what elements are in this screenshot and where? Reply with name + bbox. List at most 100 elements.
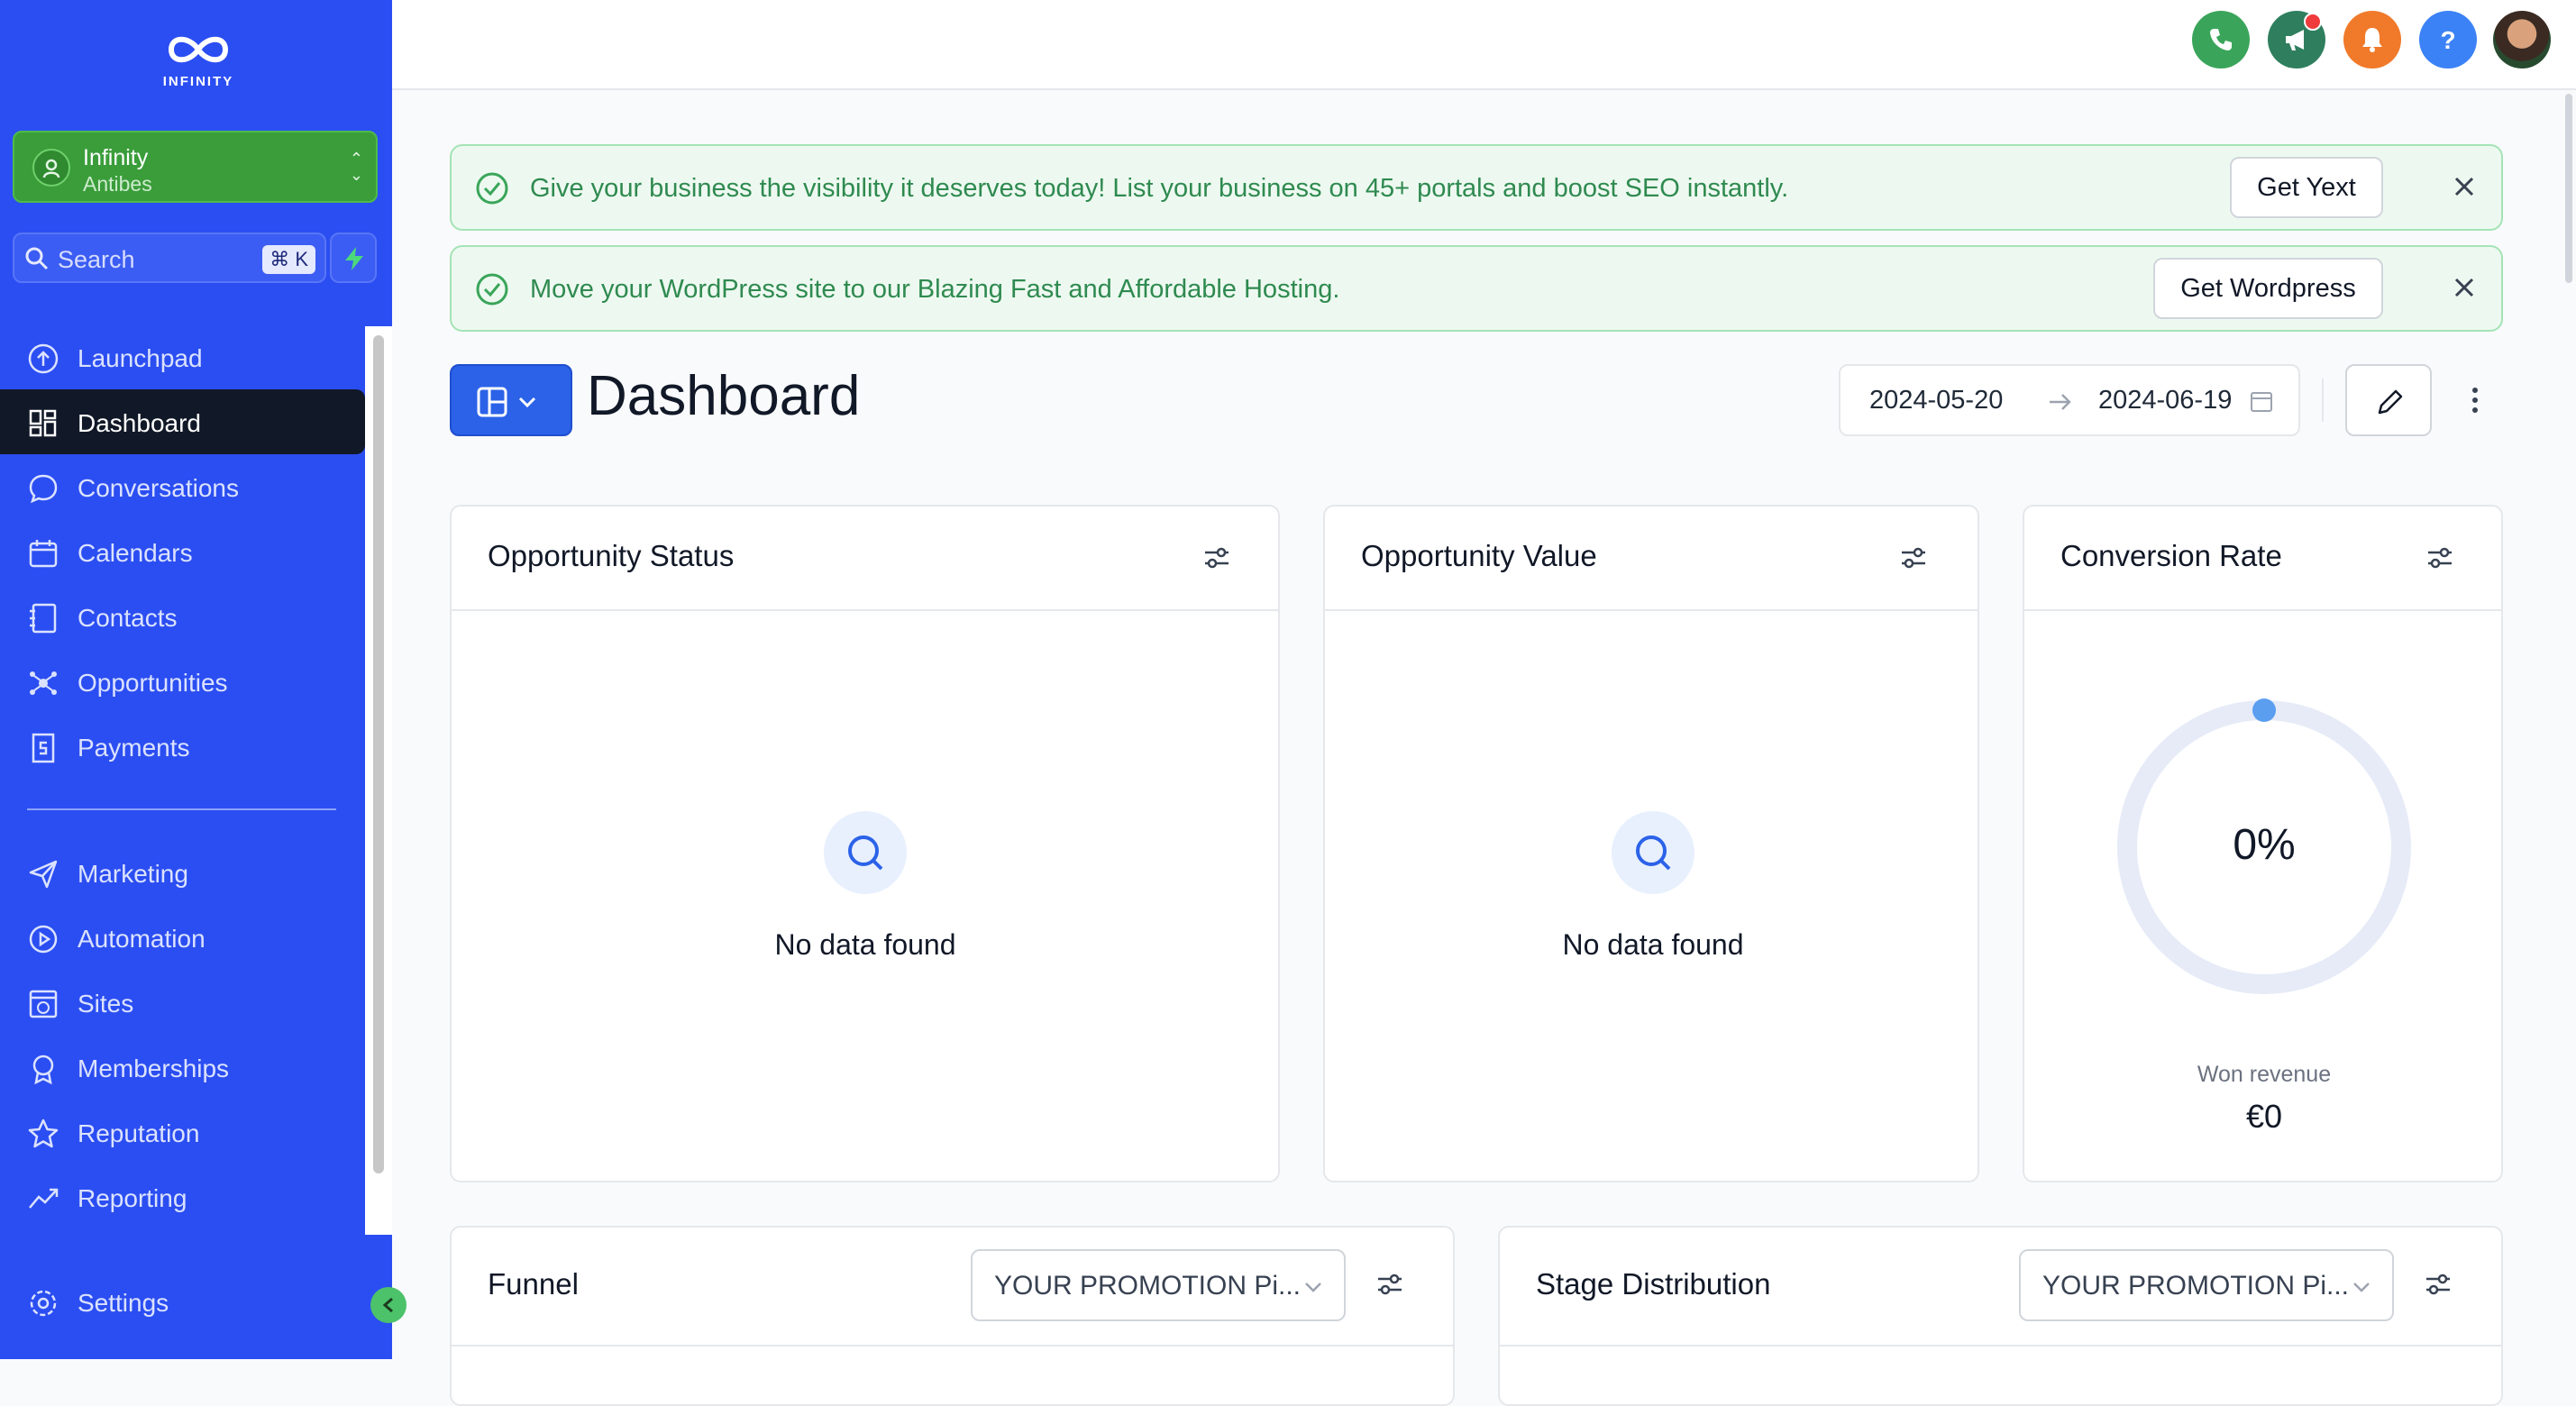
filter-sliders-icon[interactable] [2425,543,2455,573]
globe-window-icon [29,990,58,1018]
sidebar-item-label: Calendars [78,539,193,567]
help-icon: ? [2440,26,2455,54]
account-switcher[interactable]: Infinity Antibes ⌃ ⌄ [13,131,378,203]
empty-state-icon [1612,811,1694,894]
banner-text: Move your WordPress site to our Blazing … [530,275,1340,304]
filter-sliders-icon[interactable] [1375,1269,1405,1300]
card-header: Opportunity Value [1325,507,1978,611]
sidebar-item-automation[interactable]: Automation [0,905,365,970]
badge-icon [32,1054,54,1085]
sidebar-item-opportunities[interactable]: Opportunities [0,649,365,714]
sidebar-item-label: Opportunities [78,669,228,697]
filter-sliders-icon[interactable] [1898,543,1929,573]
calendar-icon [29,540,58,568]
sidebar-item-marketing[interactable]: Marketing [0,840,365,905]
check-circle-icon [476,172,508,205]
sidebar-item-calendars[interactable]: Calendars [0,519,365,584]
sidebar-scrollbar[interactable] [373,335,384,1173]
brand-logo[interactable]: INFINITY [153,27,243,99]
get-wordpress-button[interactable]: Get Wordpress [2153,258,2383,319]
chat-bubble-icon [29,474,58,504]
notifications-button[interactable] [2343,11,2401,68]
payments-icon [32,733,55,763]
sidebar-item-launchpad[interactable]: Launchpad [0,324,365,389]
conversion-rate-card: Conversion Rate 0% Won revenue €0 [2023,505,2503,1182]
pipeline-select-value: YOUR PROMOTION Pi... [2042,1271,2350,1301]
sidebar-item-reporting[interactable]: Reporting [0,1164,365,1229]
announcements-button[interactable] [2268,11,2325,68]
conversion-percentage: 0% [2233,821,2296,869]
sidebar-item-label: Reputation [78,1119,200,1147]
sidebar-item-label: Contacts [78,604,178,632]
collapse-sidebar-button[interactable] [370,1287,406,1323]
contacts-book-icon [30,603,57,634]
phone-button[interactable] [2192,11,2250,68]
chevron-left-icon [382,1297,393,1313]
close-icon[interactable] [2451,173,2478,200]
sidebar-item-sites[interactable]: Sites [0,970,365,1035]
sidebar-item-reputation[interactable]: Reputation [0,1100,365,1164]
wordpress-banner: Move your WordPress site to our Blazing … [450,245,2503,332]
opportunities-icon [30,671,57,695]
sidebar-item-label: Launchpad [78,344,203,372]
expand-collapse-icon: ⌃ ⌄ [349,150,363,184]
more-vertical-icon[interactable] [2457,382,2493,418]
shortcut-hint: ⌘ K [262,245,315,274]
lightning-icon [345,247,363,270]
card-header: Conversion Rate [2024,507,2501,611]
help-button[interactable]: ? [2419,11,2477,68]
send-icon [29,860,58,889]
pencil-icon [2378,389,2403,415]
quick-actions-button[interactable] [330,233,377,283]
opportunity-value-card: Opportunity Value No data found [1323,505,1979,1182]
sidebar-item-label: Dashboard [78,409,201,437]
sidebar-item-label: Settings [78,1289,169,1317]
dashboard-grid-icon [29,409,57,437]
stage-distribution-card: Stage Distribution YOUR PROMOTION Pi... [1498,1226,2503,1406]
sidebar-item-label: Conversations [78,474,239,502]
megaphone-icon [2286,30,2304,50]
search-icon [1636,835,1671,871]
star-icon [28,1118,59,1148]
card-title: Funnel [488,1267,579,1301]
progress-marker [2252,698,2276,722]
search-placeholder: Search [58,246,135,273]
filter-sliders-icon[interactable] [2423,1269,2453,1300]
arrow-right-icon [2050,394,2071,410]
date-range-picker[interactable]: 2024-05-20 2024-06-19 [1839,364,2300,436]
sidebar-item-label: Automation [78,925,206,953]
sidebar-item-settings[interactable]: Settings [0,1269,365,1334]
filter-sliders-icon[interactable] [1201,543,1232,573]
dashboard-switcher-button[interactable] [450,364,572,436]
empty-state-icon [824,811,907,894]
card-header: Stage Distribution YOUR PROMOTION Pi... [1500,1228,2501,1347]
user-avatar[interactable] [2493,11,2551,68]
pipeline-select[interactable]: YOUR PROMOTION Pi... [2019,1249,2394,1321]
edit-dashboard-button[interactable] [2345,364,2432,436]
close-icon[interactable] [2451,274,2478,301]
sidebar-nav-secondary: Marketing Automation Sites Memberships R… [0,840,365,1229]
chevron-down-icon [1305,1283,1321,1292]
funnel-card: Funnel YOUR PROMOTION Pi... [450,1226,1455,1406]
won-revenue-label: Won revenue [2197,1062,2332,1087]
card-title: Opportunity Value [1361,539,1597,572]
card-title: Stage Distribution [1536,1267,1771,1301]
yext-banner: Give your business the visibility it des… [450,144,2503,231]
search-input[interactable]: Search ⌘ K [13,233,326,283]
get-yext-button[interactable]: Get Yext [2230,157,2383,218]
sidebar-nav-primary: Launchpad Dashboard Conversations Calend… [0,324,365,779]
sidebar-item-label: Marketing [78,860,188,888]
launchpad-icon [28,343,59,374]
sidebar-item-contacts[interactable]: Contacts [0,584,365,649]
phone-icon [2210,29,2232,50]
account-location: Antibes [83,172,152,196]
page-scrollbar[interactable] [2565,94,2572,283]
calendar-icon [2251,392,2272,412]
card-title: Conversion Rate [2060,539,2282,572]
sidebar-item-dashboard[interactable]: Dashboard [0,389,365,454]
end-date: 2024-06-19 [2098,386,2233,415]
sidebar-item-payments[interactable]: Payments [0,714,365,779]
sidebar-item-memberships[interactable]: Memberships [0,1035,365,1100]
pipeline-select[interactable]: YOUR PROMOTION Pi... [971,1249,1346,1321]
sidebar-item-conversations[interactable]: Conversations [0,454,365,519]
